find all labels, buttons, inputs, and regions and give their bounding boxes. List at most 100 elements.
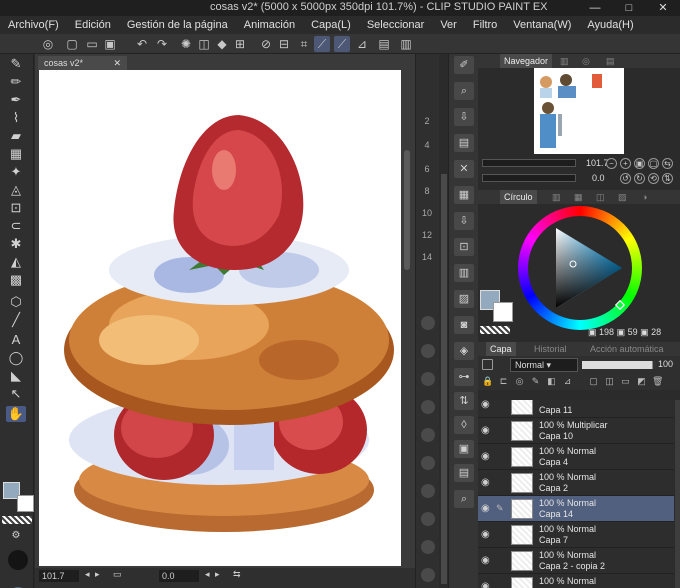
opacity-slider[interactable] xyxy=(582,361,656,369)
zoom-fit-icon[interactable]: ▭ xyxy=(113,569,122,580)
zoom-in-icon[interactable]: ▸ xyxy=(95,569,100,580)
mask-icon[interactable]: ◧ xyxy=(546,376,557,387)
eye-icon[interactable]: ◉ xyxy=(481,452,492,462)
menu-filtro[interactable]: Filtro xyxy=(465,19,505,31)
flip-vertical-button[interactable]: ⇅ xyxy=(662,173,673,184)
zoom-slider[interactable] xyxy=(482,159,576,167)
undo-icon[interactable]: ↶ xyxy=(134,36,150,52)
tab-subview[interactable]: ▥ xyxy=(556,54,573,68)
line-tool-icon[interactable]: ╱ xyxy=(6,312,26,328)
blend-tool-icon[interactable]: ◬ xyxy=(6,182,26,198)
close-button[interactable]: ✕ xyxy=(646,0,680,16)
balloon-tool-icon[interactable]: ◯ xyxy=(6,350,26,366)
pattern-icon[interactable]: ▦ xyxy=(454,186,474,204)
tab-history[interactable]: Historial xyxy=(530,342,571,356)
zoom-out-button[interactable]: − xyxy=(606,158,617,169)
zoom-in-button[interactable]: + xyxy=(620,158,631,169)
invert-selection-icon[interactable]: ⊟ xyxy=(276,36,292,52)
maximize-button[interactable]: □ xyxy=(612,0,646,16)
brush-size-preset[interactable] xyxy=(421,400,435,414)
brush-size-preset[interactable] xyxy=(421,372,435,386)
tab-color-set[interactable]: ▦ xyxy=(570,190,587,204)
tab-intermediate-color[interactable]: ◫ xyxy=(592,190,609,204)
frame-icon[interactable]: ⊡ xyxy=(454,238,474,256)
tool-settings-icon[interactable]: ⇅ xyxy=(454,392,474,410)
material-icon[interactable]: ▤ xyxy=(454,134,474,152)
color-wheel[interactable] xyxy=(518,206,642,330)
eye-icon[interactable]: ◉ xyxy=(481,426,492,436)
eye-icon[interactable]: ◉ xyxy=(481,400,492,410)
save-icon[interactable]: ▣ xyxy=(102,36,118,52)
new-vector-layer-icon[interactable]: ◫ xyxy=(604,376,615,387)
rotate-left-button[interactable]: ↺ xyxy=(620,173,631,184)
rotation-slider[interactable] xyxy=(482,174,576,182)
properties-icon[interactable]: ⊶ xyxy=(454,368,474,386)
tool-property-icon[interactable]: ⚙ xyxy=(6,528,26,544)
info-icon[interactable]: ⌕ xyxy=(454,490,474,508)
text-tool-icon[interactable]: A xyxy=(6,332,26,348)
pencil-tool-icon[interactable]: ✏ xyxy=(6,74,26,90)
tab-auto-action[interactable]: Acción automática xyxy=(586,342,668,356)
import-icon[interactable]: ⇩ xyxy=(454,108,474,126)
layer-row-selected[interactable]: ◉ ✎ 100 % Normal Capa 14 xyxy=(478,496,674,522)
brush-size-preset[interactable] xyxy=(421,512,435,526)
menu-ver[interactable]: Ver xyxy=(432,19,465,31)
crop-icon[interactable]: ⌗ xyxy=(296,36,312,52)
fill-icon[interactable]: ◆ xyxy=(214,36,230,52)
menu-animacion[interactable]: Animación xyxy=(236,19,303,31)
document-tab-close-icon[interactable]: ✕ xyxy=(114,58,122,68)
tab-color-circle[interactable]: Círculo xyxy=(500,190,537,204)
panel-transparent-color[interactable] xyxy=(480,326,510,334)
menu-edicion[interactable]: Edición xyxy=(67,19,119,31)
layer-row[interactable]: ◉ Capa 11 xyxy=(478,400,674,418)
loading-icon[interactable]: ✺ xyxy=(178,36,194,52)
gradient-tool-icon[interactable]: ▩ xyxy=(6,272,26,288)
layer-mask-icon[interactable]: ◩ xyxy=(636,376,647,387)
sub-view-icon[interactable]: ▤ xyxy=(454,464,474,482)
tab-history-color[interactable]: ◑ xyxy=(638,190,651,204)
eraser-tool-icon[interactable]: ▰ xyxy=(6,128,26,144)
search-icon[interactable]: ⌕ xyxy=(454,82,474,100)
drawing-canvas[interactable] xyxy=(39,70,401,566)
rotate-right-icon[interactable]: ▸ xyxy=(215,569,220,580)
ruler-icon[interactable]: ⊿ xyxy=(562,376,573,387)
brush-size-preset[interactable] xyxy=(421,344,435,358)
tab-navigator[interactable]: Navegador xyxy=(500,54,553,68)
reference-icon[interactable]: ◎ xyxy=(514,376,525,387)
document-tab[interactable]: cosas v2* ✕ xyxy=(38,56,128,70)
eye-icon[interactable]: ◉ xyxy=(481,556,492,566)
new-raster-layer-icon[interactable]: ▢ xyxy=(588,376,599,387)
camera-icon[interactable]: ◙ xyxy=(454,316,474,334)
settings-icon[interactable]: ▤ xyxy=(376,36,392,52)
redo-icon[interactable]: ↷ xyxy=(154,36,170,52)
brush-size-preset[interactable] xyxy=(421,568,435,582)
brush-size-preset[interactable] xyxy=(421,456,435,470)
image-icon[interactable]: ▨ xyxy=(454,290,474,308)
snap-special-ruler-icon[interactable]: ⟋ xyxy=(334,36,350,52)
opacity-value[interactable]: 100 xyxy=(658,359,673,369)
navigator-preview[interactable] xyxy=(534,68,624,154)
sub-color-swatch[interactable] xyxy=(17,495,34,512)
deselect-icon[interactable]: ⊘ xyxy=(258,36,274,52)
layer-property-icon[interactable]: ▣ xyxy=(454,440,474,458)
eye-icon[interactable]: ◉ xyxy=(481,582,492,588)
brush-tool-icon[interactable]: ✒ xyxy=(6,92,26,108)
delete-layer-icon[interactable]: 🗑 xyxy=(652,376,663,387)
layer-row[interactable]: ◉ 100 % Normal xyxy=(478,574,674,588)
actual-size-button[interactable]: ▢ xyxy=(648,158,659,169)
lock-icon[interactable]: 🔒 xyxy=(482,376,493,387)
correct-line-tool-icon[interactable]: ◣ xyxy=(6,368,26,384)
page-icon[interactable]: ▥ xyxy=(454,264,474,282)
sub-tool-icon[interactable]: ✐ xyxy=(454,56,474,74)
delete-icon[interactable]: ✕ xyxy=(454,160,474,178)
blend-mode-select[interactable]: Normal ▾ xyxy=(510,358,578,372)
layer-row[interactable]: ◉ 100 % Normal Capa 7 xyxy=(478,522,674,548)
brush-size-preset[interactable] xyxy=(421,484,435,498)
clear-icon[interactable]: ◫ xyxy=(196,36,212,52)
zoom-out-icon[interactable]: ◂ xyxy=(85,569,90,580)
eye-icon[interactable]: ◉ xyxy=(481,478,492,488)
layer-row[interactable]: ◉ 100 % Normal Capa 2 xyxy=(478,470,674,496)
flip-icon[interactable]: ⇆ xyxy=(233,569,241,580)
menu-ventana[interactable]: Ventana(W) xyxy=(505,19,579,31)
export-icon[interactable]: ⇩ xyxy=(454,212,474,230)
